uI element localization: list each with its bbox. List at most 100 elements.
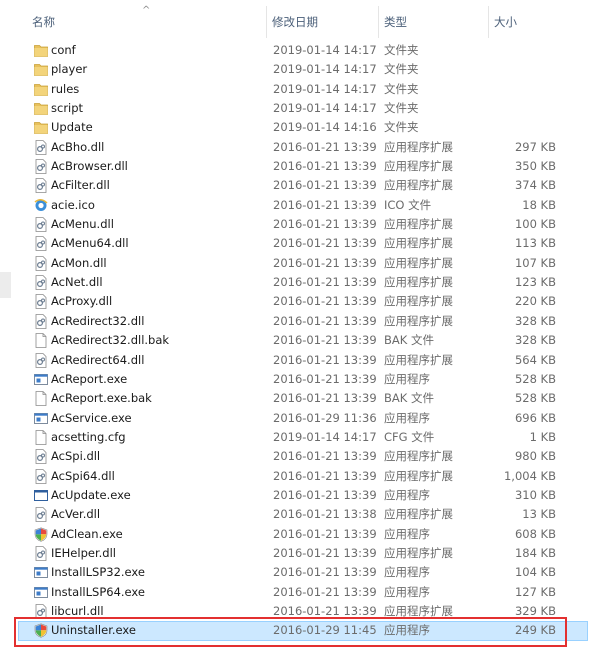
file-row[interactable]: Update 2019-01-14 14:16 文件夹 [18, 118, 588, 137]
file-date: 2016-01-21 13:39 [273, 391, 377, 406]
file-date: 2016-01-21 13:39 [273, 197, 377, 212]
file-size: 297 KB [514, 139, 556, 154]
file-date: 2016-01-21 13:39 [273, 217, 377, 232]
file-size: 104 KB [514, 565, 556, 580]
file-size: 980 KB [514, 449, 556, 464]
file-row[interactable]: acie.ico 2016-01-21 13:39 ICO 文件 18 KB [18, 196, 588, 215]
file-size: 350 KB [514, 159, 556, 174]
file-date: 2016-01-21 13:39 [273, 526, 377, 541]
file-name: AcRedirect32.dll.bak [51, 333, 170, 348]
file-size: 528 KB [514, 371, 556, 386]
exe-icon [34, 409, 48, 428]
file-name: AcUpdate.exe [51, 487, 131, 502]
file-name: acie.ico [51, 197, 95, 212]
file-row[interactable]: AcFilter.dll 2016-01-21 13:39 应用程序扩展 374 KB [18, 176, 588, 195]
dll-icon [34, 602, 48, 621]
file-size: 107 KB [514, 255, 556, 270]
file-name: AcBrowser.dll [51, 159, 128, 174]
exe-icon [34, 583, 48, 602]
file-size: 220 KB [514, 294, 556, 309]
dll-icon [34, 176, 48, 195]
file-row[interactable]: AcVer.dll 2016-01-21 13:38 应用程序扩展 13 KB [18, 505, 588, 524]
file-name: AdClean.exe [51, 526, 123, 541]
column-divider[interactable] [488, 6, 489, 38]
file-row[interactable]: InstallLSP64.exe 2016-01-21 13:39 应用程序 127 … [18, 583, 588, 602]
dll-icon [34, 157, 48, 176]
file-row[interactable]: AcMenu64.dll 2016-01-21 13:39 应用程序扩展 113 KB [18, 234, 588, 253]
file-row[interactable]: AdClean.exe 2016-01-21 13:39 应用程序 608 KB [18, 525, 588, 544]
file-name: AcFilter.dll [51, 178, 110, 193]
file-row[interactable]: AcSpi64.dll 2016-01-21 13:39 应用程序扩展 1,004 K… [18, 467, 588, 486]
dll-icon [34, 254, 48, 273]
dll-icon [34, 351, 48, 370]
file-name: AcProxy.dll [51, 294, 113, 309]
file-row[interactable]: AcBho.dll 2016-01-21 13:39 应用程序扩展 297 KB [18, 138, 588, 157]
file-row[interactable]: rules 2019-01-14 14:17 文件夹 [18, 80, 588, 99]
file-date: 2019-01-14 14:17 [273, 429, 377, 444]
file-row[interactable]: InstallLSP32.exe 2016-01-21 13:39 应用程序 104 … [18, 563, 588, 582]
file-name: AcNet.dll [51, 275, 103, 290]
file-row[interactable]: AcService.exe 2016-01-29 11:36 应用程序 696 KB [18, 409, 588, 428]
file-date: 2016-01-21 13:39 [273, 159, 377, 174]
file-row[interactable]: libcurl.dll 2016-01-21 13:39 应用程序扩展 329 KB [18, 602, 588, 621]
file-row[interactable]: script 2019-01-14 14:17 文件夹 [18, 99, 588, 118]
column-header-name[interactable]: 名称 [32, 0, 55, 38]
file-row[interactable]: AcBrowser.dll 2016-01-21 13:39 应用程序扩展 350 K… [18, 157, 588, 176]
file-date: 2016-01-21 13:39 [273, 275, 377, 290]
file-date: 2016-01-21 13:39 [273, 603, 377, 618]
file-icon [34, 331, 48, 350]
file-row[interactable]: AcRedirect32.dll.bak 2016-01-21 13:39 BAK … [18, 331, 588, 350]
file-name: AcBho.dll [51, 139, 105, 154]
column-divider[interactable] [266, 6, 267, 38]
file-row[interactable]: conf 2019-01-14 14:17 文件夹 [18, 41, 588, 60]
exe-icon [34, 370, 48, 389]
file-row[interactable]: AcMon.dll 2016-01-21 13:39 应用程序扩展 107 KB [18, 254, 588, 273]
file-row[interactable]: AcRedirect32.dll 2016-01-21 13:39 应用程序扩展 32… [18, 312, 588, 331]
file-name: AcVer.dll [51, 507, 101, 522]
file-date: 2016-01-29 11:45 [273, 623, 377, 638]
file-row[interactable]: player 2019-01-14 14:17 文件夹 [18, 60, 588, 79]
window-exe-icon [34, 486, 48, 505]
file-row[interactable]: AcReport.exe 2016-01-21 13:39 应用程序 528 KB [18, 370, 588, 389]
file-type: 文件夹 [384, 120, 419, 135]
scroll-nub[interactable] [0, 272, 11, 298]
file-type: 文件夹 [384, 101, 419, 116]
file-date: 2019-01-14 14:17 [273, 62, 377, 77]
folder-icon [34, 80, 48, 99]
file-row[interactable]: AcReport.exe.bak 2016-01-21 13:39 BAK 文件 52… [18, 389, 588, 408]
file-row[interactable]: IEHelper.dll 2016-01-21 13:39 应用程序扩展 184 KB [18, 544, 588, 563]
file-name: AcRedirect32.dll [51, 313, 145, 328]
column-header-size[interactable]: 大小 [494, 0, 517, 38]
exe-icon [34, 563, 48, 582]
file-row[interactable]: AcNet.dll 2016-01-21 13:39 应用程序扩展 123 KB [18, 273, 588, 292]
file-row[interactable]: AcUpdate.exe 2016-01-21 13:39 应用程序 310 KB [18, 486, 588, 505]
file-date: 2016-01-21 13:39 [273, 565, 377, 580]
column-header-type[interactable]: 类型 [384, 0, 407, 38]
file-name: AcMenu64.dll [51, 236, 129, 251]
column-header-date[interactable]: 修改日期 [272, 0, 318, 38]
dll-icon [34, 234, 48, 253]
file-name: AcRedirect64.dll [51, 352, 145, 367]
file-type: 文件夹 [384, 81, 419, 96]
file-row[interactable]: AcProxy.dll 2016-01-21 13:39 应用程序扩展 220 KB [18, 292, 588, 311]
file-date: 2019-01-14 14:16 [273, 120, 377, 135]
folder-icon [34, 41, 48, 60]
file-date: 2016-01-21 13:39 [273, 352, 377, 367]
file-size: 1,004 KB [503, 468, 556, 483]
file-size: 249 KB [514, 623, 556, 638]
file-row[interactable]: AcRedirect64.dll 2016-01-21 13:39 应用程序扩展 56… [18, 351, 588, 370]
file-name: acsetting.cfg [51, 429, 126, 444]
file-date: 2016-01-21 13:39 [273, 313, 377, 328]
sort-ascending-icon: ^ [142, 5, 151, 16]
file-name: conf [51, 43, 76, 57]
file-row[interactable]: acsetting.cfg 2019-01-14 14:17 CFG 文件 1 KB [18, 428, 588, 447]
file-row-selected[interactable]: Uninstaller.exe 2016-01-29 11:45 应用程序 249 K… [18, 621, 588, 641]
file-row[interactable]: AcMenu.dll 2016-01-21 13:39 应用程序扩展 100 KB [18, 215, 588, 234]
dll-icon [34, 447, 48, 466]
file-size: 528 KB [514, 391, 556, 406]
file-list: conf 2019-01-14 14:17 文件夹 player 2019-01-14 … [18, 41, 588, 641]
column-divider[interactable] [378, 6, 379, 38]
file-date: 2016-01-21 13:39 [273, 545, 377, 560]
file-row[interactable]: AcSpi.dll 2016-01-21 13:39 应用程序扩展 980 KB [18, 447, 588, 466]
dll-icon [34, 312, 48, 331]
